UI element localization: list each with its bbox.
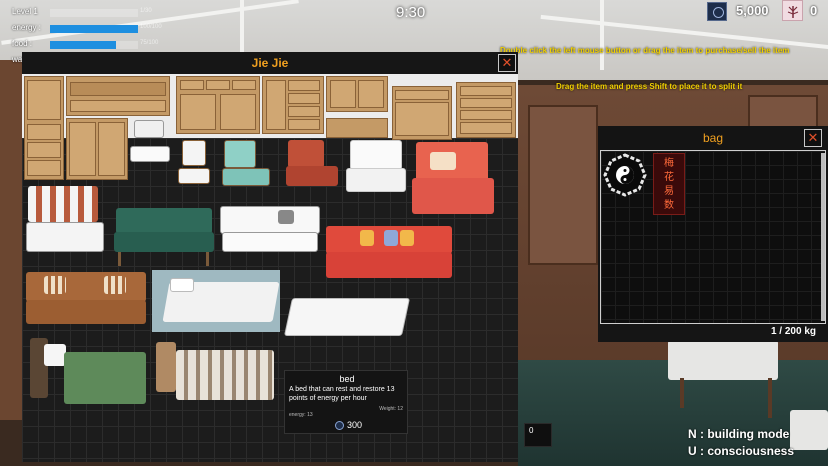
shop-item-armchair-teal[interactable] [218, 138, 274, 198]
shop-item-armchair-coral[interactable] [410, 138, 498, 222]
stat-level: Level 1 1/30 [6, 6, 166, 20]
shop-item-wall-shelf[interactable] [66, 76, 170, 116]
stat-value: 100/100 [140, 24, 162, 30]
money-amount: 5,000 [736, 3, 769, 18]
shop-item-striped-loveseat[interactable] [24, 182, 106, 264]
tooltip-energy: energy: 13 [289, 412, 313, 418]
shop-item-armchair-white[interactable] [174, 138, 214, 196]
shop-item-bed[interactable] [152, 270, 280, 332]
shop-title: Jie Jie [22, 52, 518, 74]
bag-item-grid: 梅 花 易 数 [600, 150, 826, 324]
bag-item-bagua[interactable] [603, 153, 647, 215]
split-hint: Drag the item and press Shift to place i… [556, 82, 743, 91]
stat-value: 75/100 [140, 40, 159, 46]
shop-item-tall-cabinet[interactable] [24, 76, 64, 180]
shop-item-green-sofa[interactable] [112, 204, 216, 268]
shop-item-brown-sofa[interactable] [24, 270, 148, 334]
shop-item-filing-drawers[interactable] [456, 82, 516, 138]
stat-label: Level 1 [12, 7, 38, 16]
book-title: 梅 花 易 数 [664, 158, 674, 211]
shop-item-white-sofa[interactable] [218, 204, 322, 266]
shop-item-grid [22, 74, 518, 462]
bagua-icon [603, 153, 647, 197]
quantity-value: 0 [529, 426, 534, 435]
shop-close-button[interactable]: ✕ [498, 54, 516, 72]
stat-food: food : 75/100 [6, 38, 166, 52]
chair-leg [680, 378, 684, 408]
shop-item-green-bed[interactable] [24, 336, 150, 418]
item-tooltip: bed A bed that can rest and restore 13 p… [284, 370, 408, 434]
shop-item-low-cabinet[interactable] [392, 86, 452, 140]
bag-item-meihua-book[interactable]: 梅 花 易 数 [653, 153, 685, 215]
bag-close-button[interactable]: ✕ [804, 129, 822, 147]
ceiling-beam [240, 0, 244, 60]
stat-value: 1/30 [140, 8, 152, 14]
shop-item-cupboard[interactable] [326, 76, 388, 138]
shop-item-chest-of-drawers[interactable] [262, 76, 324, 134]
wall-panel [528, 105, 598, 265]
background-chair [668, 340, 778, 380]
game-clock: 9:30 [396, 4, 426, 21]
stat-bar [50, 25, 138, 33]
tooltip-description: A bed that can rest and restore 13 point… [289, 386, 395, 402]
bag-scrollbar[interactable] [821, 153, 825, 321]
shop-item-armchair-red[interactable] [282, 138, 342, 198]
stat-fill [50, 25, 138, 33]
stat-energy: energy : 100/100 [6, 22, 166, 36]
stat-label: food : [12, 39, 33, 48]
shop-item-sideboard[interactable] [66, 118, 128, 180]
shop-window: Jie Jie ✕ bed A bed that can rest and re… [22, 52, 518, 462]
stat-bar [50, 41, 138, 49]
tooltip-weight: Weight: 12 [379, 406, 403, 412]
building-mode-hint: N : building mode [688, 427, 790, 441]
shop-item-white-bed[interactable] [283, 290, 411, 352]
shop-item-red-sofa[interactable] [324, 224, 454, 288]
quantity-box[interactable]: 0 [524, 423, 552, 447]
purchase-hint: Double click the left mouse button or dr… [500, 46, 790, 55]
shop-item-dresser[interactable] [176, 76, 260, 134]
ceiling-beam [600, 0, 604, 70]
tooltip-item-name: bed [339, 374, 355, 384]
shop-item-white-chair[interactable] [130, 120, 170, 170]
shop-item-wooden-bed[interactable] [152, 336, 278, 418]
coin-icon [707, 2, 727, 21]
background-chair [790, 410, 828, 450]
tooltip-price: 300 [347, 420, 363, 430]
stat-fill [50, 41, 116, 49]
skill-tree-icon[interactable] [782, 0, 803, 21]
stat-bar [50, 9, 138, 17]
tree-icon [787, 5, 798, 18]
bag-title: bag [598, 126, 828, 150]
chair-leg [768, 378, 772, 418]
tree-points: 0 [810, 3, 818, 18]
bag-weight: 1 / 200 kg [770, 326, 816, 337]
bag-window: bag ✕ 梅 花 易 数 1 / 200 kg [598, 126, 828, 342]
coin-icon [335, 421, 344, 430]
consciousness-hint: U : consciousness [688, 444, 795, 458]
stat-label: energy : [12, 23, 41, 32]
shop-item-armchair-cream[interactable] [344, 138, 410, 200]
